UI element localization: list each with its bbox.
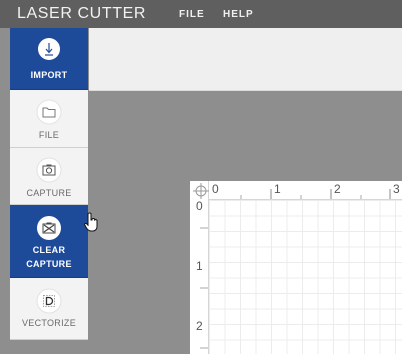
menu-help[interactable]: HELP (223, 9, 254, 20)
vectorize-button[interactable]: VECTORIZE (10, 278, 88, 340)
clear-camera-icon (36, 215, 62, 246)
hand-pointer-cursor-icon (83, 212, 98, 237)
vectorize-label: VECTORIZE (21, 318, 77, 328)
ruler-top-label-2: 2 (334, 182, 341, 196)
sidebar: IMPORT FILE CAPTURE CLEAR CAPTURE VECTOR… (10, 28, 88, 340)
clear-capture-label-line1: CLEAR (32, 245, 66, 255)
camera-icon (36, 157, 62, 188)
ruler-left: 0 1 2 (190, 181, 209, 354)
import-label: IMPORT (30, 70, 68, 80)
title-bar: LASER CUTTER FILE HELP (0, 0, 402, 28)
ruler-left-label-1: 1 (196, 259, 203, 273)
laser-cutter-app: LASER CUTTER FILE HELP IMPORT FILE CAPTU… (0, 0, 402, 354)
app-title: LASER CUTTER (17, 5, 146, 22)
vectorize-icon (36, 288, 62, 319)
ruler-top-label-1: 1 (274, 182, 281, 196)
ruler-top-label-0: 0 (212, 182, 219, 196)
canvas-grid[interactable] (209, 200, 402, 354)
file-label: FILE (38, 130, 60, 140)
file-button[interactable]: FILE (10, 90, 88, 148)
ruler-left-label-2: 2 (196, 319, 203, 333)
ruler-top: 0 1 2 3 (190, 181, 402, 200)
origin-crosshair-icon (193, 183, 209, 204)
import-button[interactable]: IMPORT (10, 28, 88, 90)
folder-icon (36, 99, 62, 130)
top-toolbar (89, 28, 402, 91)
capture-button[interactable]: CAPTURE (10, 148, 88, 205)
ruler-top-label-3: 3 (393, 182, 400, 196)
clear-capture-button[interactable]: CLEAR CAPTURE (10, 205, 88, 278)
design-canvas[interactable]: 0 1 2 3 0 1 2 (190, 181, 402, 354)
menu-file[interactable]: FILE (179, 9, 205, 20)
clear-capture-label-line2: CAPTURE (26, 259, 72, 269)
capture-label: CAPTURE (26, 188, 72, 198)
import-icon (37, 37, 61, 66)
